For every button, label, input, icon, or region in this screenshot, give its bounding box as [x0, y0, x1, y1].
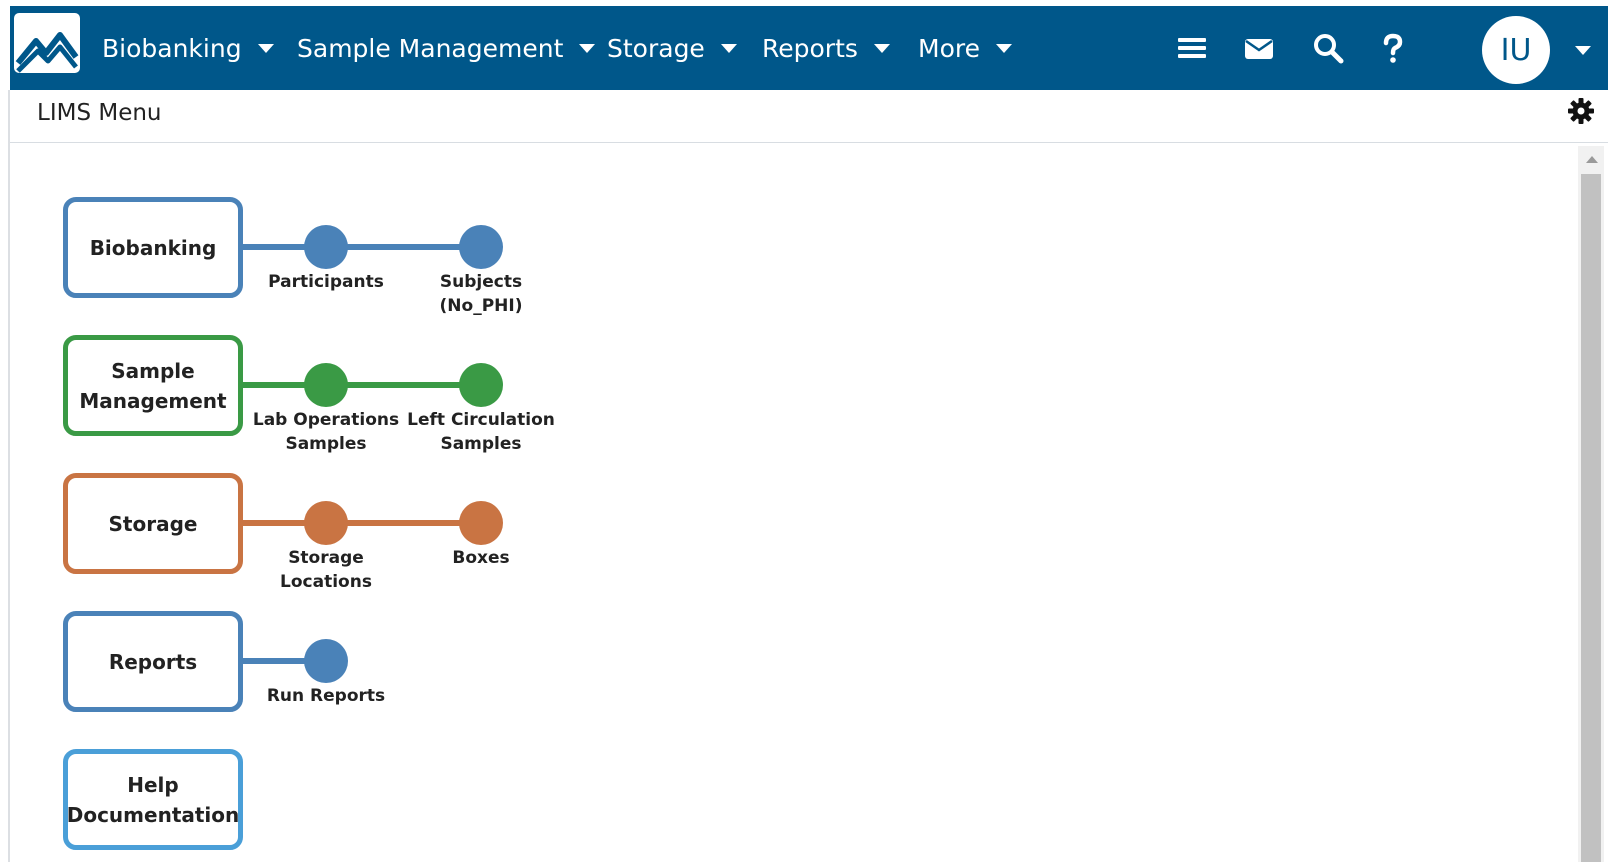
module-connector-line	[243, 382, 481, 388]
module-label-line: Sample	[111, 358, 195, 383]
module-label-line: Management	[79, 388, 227, 413]
submenu-node[interactable]	[459, 363, 503, 407]
nav-biobanking[interactable]: Biobanking	[102, 30, 274, 66]
submenu-node[interactable]	[459, 501, 503, 545]
page-title: LIMS Menu	[37, 100, 162, 126]
app-logo-icon[interactable]	[14, 13, 80, 73]
submenu-node[interactable]	[304, 639, 348, 683]
module-label: Reports	[109, 647, 197, 677]
submenu-node-label[interactable]: Participants	[246, 270, 406, 294]
submenu-node-label-line: Samples	[440, 434, 522, 454]
submenu-node-label[interactable]: Subjects (No_PHI)	[401, 270, 561, 318]
top-navigation-bar: Biobanking Sample Management Storage Rep…	[10, 6, 1608, 90]
submenu-node-label-line: Left Circulation	[407, 410, 555, 430]
content-left-border	[8, 90, 10, 862]
module-connector-line	[243, 520, 481, 526]
submenu-node-label[interactable]: Left Circulation Samples	[401, 408, 561, 456]
chevron-down-icon[interactable]	[1575, 46, 1591, 55]
module-label-line: Reports	[108, 649, 198, 674]
page-header: LIMS Menu	[10, 90, 1608, 143]
search-icon[interactable]	[1312, 32, 1344, 64]
nav-reports[interactable]: Reports	[762, 30, 890, 66]
submenu-node-label[interactable]: Boxes	[401, 546, 561, 570]
module-label-line: Help	[127, 772, 179, 797]
nav-storage-label: Storage	[607, 33, 705, 63]
module-storage[interactable]: Storage	[63, 473, 243, 574]
submenu-node-label-line: Lab Operations	[252, 410, 400, 430]
submenu-node[interactable]	[304, 363, 348, 407]
module-biobanking[interactable]: Biobanking	[63, 197, 243, 298]
vertical-scrollbar[interactable]	[1578, 146, 1604, 862]
submenu-node-label-line: Participants	[268, 272, 384, 292]
nav-sample-management[interactable]: Sample Management	[297, 30, 596, 66]
module-reports[interactable]: Reports	[63, 611, 243, 712]
submenu-node-label-line: Samples	[285, 434, 367, 454]
nav-biobanking-label: Biobanking	[102, 33, 242, 63]
nav-more[interactable]: More	[918, 30, 1012, 66]
submenu-node-label-line: (No_PHI)	[439, 296, 523, 316]
user-avatar[interactable]: IU	[1482, 16, 1550, 84]
scrollbar-thumb[interactable]	[1581, 174, 1601, 862]
hamburger-menu-icon[interactable]	[1176, 32, 1208, 64]
module-label-line: Storage	[108, 511, 198, 536]
envelope-icon[interactable]	[1243, 32, 1275, 64]
submenu-node-label[interactable]: Lab Operations Samples	[246, 408, 406, 456]
chevron-down-icon	[720, 43, 737, 53]
module-connector-line	[243, 244, 481, 250]
submenu-node[interactable]	[304, 225, 348, 269]
module-label: Help Documentation	[67, 770, 240, 830]
user-initials: IU	[1500, 32, 1532, 68]
chevron-down-icon	[995, 43, 1012, 53]
chevron-down-icon	[579, 43, 596, 53]
module-sample-management[interactable]: Sample Management	[63, 335, 243, 436]
nav-more-label: More	[918, 33, 980, 63]
nav-reports-label: Reports	[762, 33, 858, 63]
submenu-node[interactable]	[459, 225, 503, 269]
nav-sample-management-label: Sample Management	[297, 33, 564, 63]
module-help-documentation[interactable]: Help Documentation	[63, 749, 243, 850]
module-label-line: Biobanking	[89, 235, 217, 260]
submenu-node-label-line: Run Reports	[266, 686, 386, 706]
module-label: Storage	[109, 509, 198, 539]
module-label: Biobanking	[90, 233, 217, 263]
chevron-down-icon	[873, 43, 890, 53]
scroll-up-arrow-icon[interactable]	[1586, 156, 1598, 163]
submenu-node[interactable]	[304, 501, 348, 545]
submenu-node-label-line: Storage	[288, 548, 364, 568]
help-question-icon[interactable]	[1377, 32, 1409, 64]
submenu-node-label[interactable]: Run Reports	[246, 684, 406, 708]
submenu-node-label-line: Locations	[280, 572, 372, 592]
nav-storage[interactable]: Storage	[607, 30, 737, 66]
module-label-line: Documentation	[66, 802, 240, 827]
chevron-down-icon	[257, 43, 274, 53]
submenu-node-label-line: Subjects	[439, 272, 523, 292]
submenu-node-label-line: Boxes	[452, 548, 510, 568]
module-label: Sample Management	[79, 356, 226, 416]
gear-icon[interactable]	[1567, 97, 1595, 125]
submenu-node-label[interactable]: Storage Locations	[246, 546, 406, 594]
